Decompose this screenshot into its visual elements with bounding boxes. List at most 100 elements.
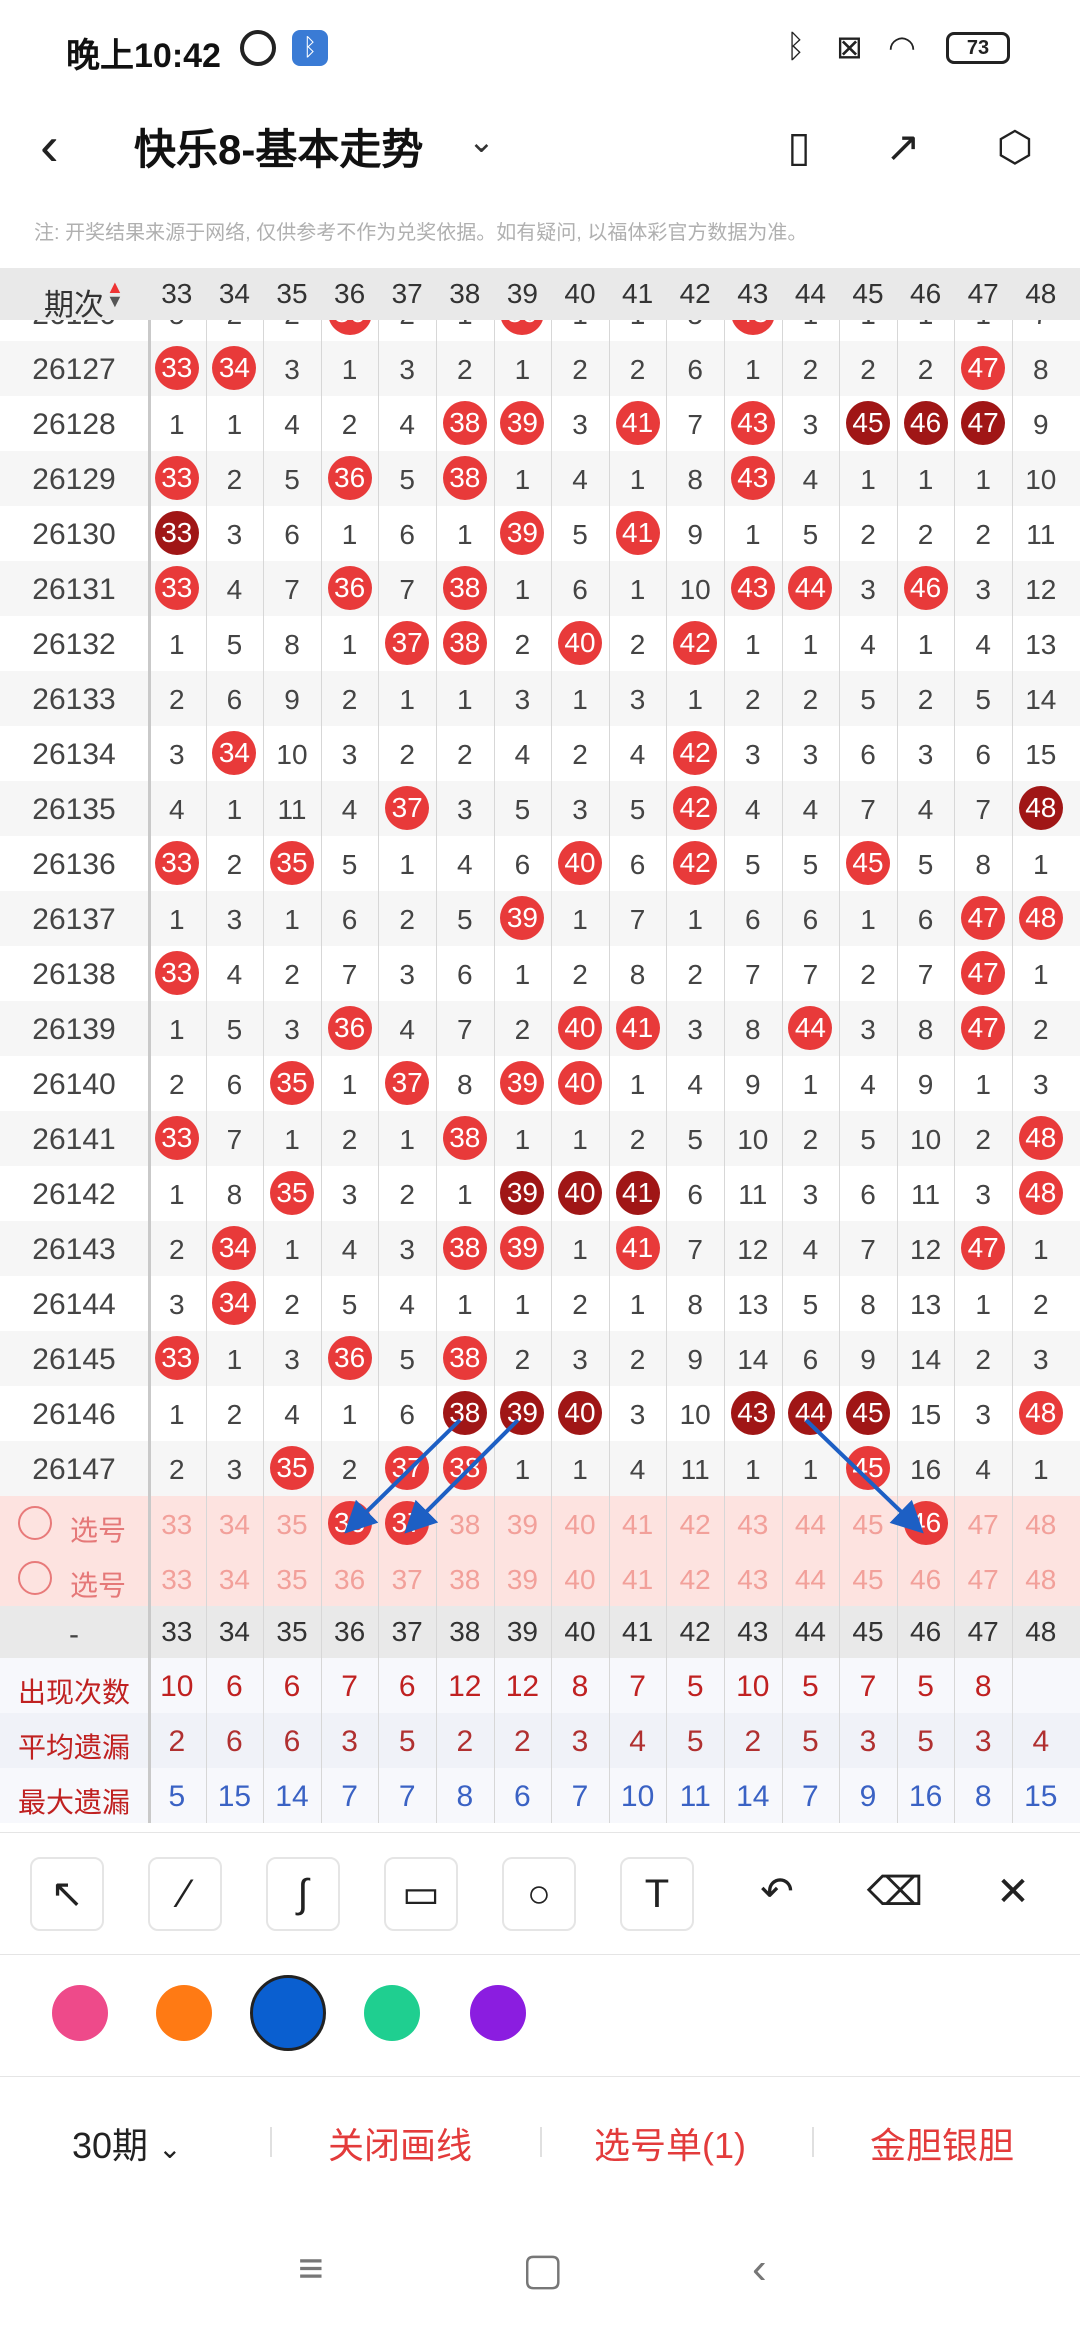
color-swatch-blue-selected[interactable] xyxy=(250,1975,326,2051)
stats-value: 8 xyxy=(974,1670,992,1703)
pick-number[interactable]: 46 xyxy=(897,1564,955,1596)
column-divider xyxy=(724,268,725,1823)
number-ball: 48 xyxy=(1018,1391,1063,1435)
pick-number[interactable]: 35 xyxy=(263,1564,321,1596)
line-tool-icon[interactable]: ⁄ xyxy=(148,1857,222,1931)
share-icon[interactable]: ↗ xyxy=(870,114,936,180)
pick-number-selected[interactable]: 36 xyxy=(327,1501,372,1545)
miss-count-cell: 11 xyxy=(738,1179,768,1210)
pick-number[interactable]: 36 xyxy=(321,1564,379,1596)
pick-number[interactable]: 33 xyxy=(148,1564,206,1596)
miss-count-cell: 3 xyxy=(457,794,473,825)
pick-number[interactable]: 39 xyxy=(494,1564,552,1596)
period-select[interactable]: 30期 ⌄ xyxy=(72,2117,182,2169)
pick-number[interactable]: 47 xyxy=(954,1509,1012,1541)
miss-count-cell: 2 xyxy=(687,959,703,990)
color-swatch-green[interactable] xyxy=(364,1985,420,2041)
bottom-action-bar: 30期 ⌄ 关闭画线 选号单(1) 金胆银胆 xyxy=(0,2076,1080,2207)
number-ball: 45 xyxy=(846,1446,890,1490)
miss-count-cell: 11 xyxy=(277,794,307,825)
stats-value: 3 xyxy=(571,1725,589,1758)
text-tool-icon[interactable]: T xyxy=(620,1857,694,1931)
pick-number-selected[interactable]: 37 xyxy=(385,1501,430,1545)
miss-count-cell: 4 xyxy=(284,1399,300,1430)
settings-icon[interactable]: ⬡ xyxy=(982,114,1048,180)
pick-number[interactable]: 40 xyxy=(551,1564,609,1596)
arrow-tool-icon[interactable]: ↖ xyxy=(30,1857,104,1931)
pick-number[interactable]: 40 xyxy=(551,1509,609,1541)
pick-number[interactable]: 48 xyxy=(1012,1509,1070,1541)
menu-icon[interactable]: ≡ xyxy=(298,2244,324,2294)
pick-number[interactable]: 44 xyxy=(782,1509,840,1541)
period-header[interactable]: 期次 xyxy=(0,280,148,324)
pick-number[interactable]: 43 xyxy=(724,1509,782,1541)
miss-count-cell: 3 xyxy=(629,684,646,715)
clear-icon[interactable]: ✕ xyxy=(976,1857,1050,1931)
pick-number[interactable]: 34 xyxy=(206,1564,264,1596)
miss-count-cell: 2 xyxy=(860,959,876,990)
miss-count-cell: 2 xyxy=(226,1399,243,1430)
pick-toggle-icon[interactable] xyxy=(18,1561,52,1595)
golden-button[interactable]: 金胆银胆 xyxy=(870,2117,1014,2169)
color-swatch-pink[interactable] xyxy=(52,1985,108,2041)
undo-icon[interactable]: ↶ xyxy=(740,1857,814,1931)
pick-number[interactable]: 39 xyxy=(494,1509,552,1541)
pick-number[interactable]: 45 xyxy=(839,1509,897,1541)
color-swatch-orange[interactable] xyxy=(156,1985,212,2041)
pick-toggle-icon[interactable] xyxy=(18,1506,52,1540)
color-swatch-purple[interactable] xyxy=(470,1985,526,2041)
pick-number[interactable]: 33 xyxy=(148,1509,206,1541)
eraser-icon[interactable]: ⌫ xyxy=(858,1857,932,1931)
pick-number[interactable]: 38 xyxy=(436,1564,494,1596)
pick-number[interactable]: 44 xyxy=(782,1564,840,1596)
pick-number[interactable]: 34 xyxy=(206,1509,264,1541)
circle-tool-icon[interactable]: ○ xyxy=(502,1857,576,1931)
number-ball: 46 xyxy=(903,401,948,445)
miss-count-cell: 2 xyxy=(514,629,531,660)
miss-count-cell: 1 xyxy=(226,409,243,440)
column-header: 33 xyxy=(161,278,193,309)
back-icon[interactable]: ‹ xyxy=(40,118,100,178)
curve-tool-icon[interactable]: ∫ xyxy=(266,1857,340,1931)
pick-number[interactable]: 48 xyxy=(1012,1564,1070,1596)
number-ball: 35 xyxy=(270,1446,314,1490)
pick-number[interactable]: 41 xyxy=(609,1564,667,1596)
stats-column-header: 40 xyxy=(564,1616,596,1647)
pick-number-selected[interactable]: 46 xyxy=(903,1501,948,1545)
back-nav-icon[interactable]: ‹ xyxy=(752,2244,767,2294)
rectangle-tool-icon[interactable]: ▭ xyxy=(384,1857,458,1931)
layout-icon[interactable]: ▯ xyxy=(766,114,832,180)
pick-number[interactable]: 43 xyxy=(724,1564,782,1596)
home-icon[interactable]: ▢ xyxy=(522,2244,564,2295)
sort-icon[interactable]: ▲ ▼ xyxy=(106,278,124,310)
miss-count-cell: 1 xyxy=(169,904,185,935)
disclaimer-note: 注: 开奖结果来源于网络, 仅供参考不作为兑奖依据。如有疑问, 以福体彩官方数据… xyxy=(34,222,808,244)
miss-count-cell: 1 xyxy=(341,354,358,385)
chevron-down-icon[interactable]: ⌄ xyxy=(468,122,495,160)
miss-count-cell: 1 xyxy=(745,354,761,385)
pick-list-button[interactable]: 选号单(1) xyxy=(594,2117,746,2169)
miss-count-cell: 1 xyxy=(1033,959,1049,990)
pick-number[interactable]: 37 xyxy=(378,1564,436,1596)
close-lines-button[interactable]: 关闭画线 xyxy=(328,2117,472,2169)
miss-count-cell: 6 xyxy=(687,354,703,385)
pick-number[interactable]: 38 xyxy=(436,1509,494,1541)
miss-count-cell: 2 xyxy=(169,1069,185,1100)
pick-number[interactable]: 45 xyxy=(839,1564,897,1596)
miss-count-cell: 4 xyxy=(629,1454,646,1485)
number-ball: 47 xyxy=(961,896,1006,940)
miss-count-cell: 3 xyxy=(226,904,243,935)
number-ball: 45 xyxy=(846,401,890,445)
pick-number[interactable]: 42 xyxy=(666,1509,724,1541)
column-header: 48 xyxy=(1025,278,1057,309)
pick-number[interactable]: 35 xyxy=(263,1509,321,1541)
pick-number[interactable]: 41 xyxy=(609,1509,667,1541)
stats-value: 5 xyxy=(168,1780,186,1813)
miss-count-cell: 2 xyxy=(917,684,934,715)
page-title[interactable]: 快乐8-基本走势 xyxy=(134,116,423,177)
pick-number[interactable]: 47 xyxy=(954,1564,1012,1596)
pick-number[interactable]: 42 xyxy=(666,1564,724,1596)
miss-count-cell: 1 xyxy=(975,464,991,495)
column-divider xyxy=(896,268,898,1823)
miss-count-cell: 1 xyxy=(169,1179,185,1210)
